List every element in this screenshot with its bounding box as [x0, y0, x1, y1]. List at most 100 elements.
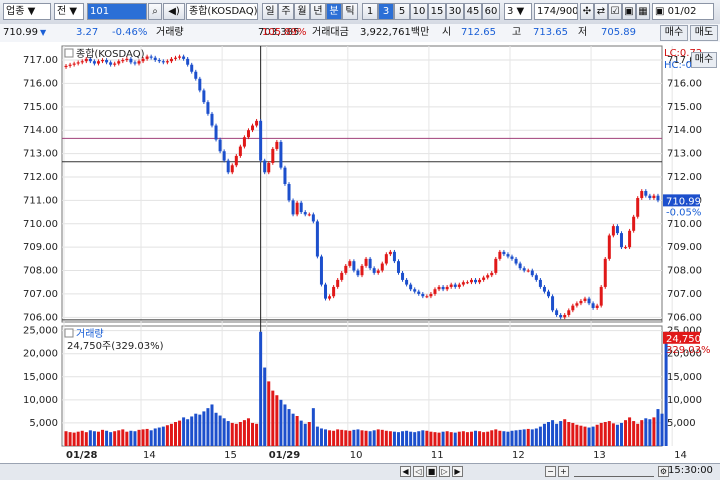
- volume-bar: [392, 431, 396, 446]
- volume-tick-label-left: 20,000: [23, 349, 58, 360]
- period-button-day[interactable]: 일: [262, 3, 278, 20]
- chart-bottom-bar: ◀ ◁ ■ ▷ ▶ − + ⚙ 15:30:00: [0, 463, 720, 480]
- chart-area[interactable]: 717.00 717.00 716.00 716.00 715.00 715.00 714.…: [0, 42, 720, 463]
- forward-icon[interactable]: ▷: [439, 466, 450, 477]
- buy-order-button[interactable]: 매수: [660, 25, 688, 41]
- time-tick-label: 13: [593, 450, 606, 461]
- volume-bar: [109, 432, 113, 446]
- candle-body: [413, 289, 417, 292]
- candle-body: [599, 286, 603, 306]
- checkbox-icon[interactable]: ☑: [608, 3, 622, 20]
- price-tick-label-left: 706.00: [23, 312, 58, 323]
- candle-body: [291, 200, 295, 215]
- volume-bar: [571, 422, 575, 446]
- volume-bar: [255, 423, 259, 446]
- minute-button-label: 60: [484, 6, 498, 17]
- candle-body: [206, 102, 210, 114]
- minute-button-1[interactable]: 1: [362, 3, 378, 20]
- minute-button-3[interactable]: 3: [378, 3, 394, 20]
- volume-bar: [449, 432, 453, 446]
- volume-bar: [603, 422, 607, 446]
- period-button-week[interactable]: 주: [278, 3, 294, 20]
- save-icon[interactable]: ▣: [622, 3, 636, 20]
- speaker-icon[interactable]: ◀): [163, 3, 185, 20]
- zoom-slider[interactable]: [574, 467, 654, 477]
- candle-body: [182, 56, 186, 59]
- buy-order-label: 매수: [664, 27, 684, 38]
- search-icon[interactable]: ⌕: [148, 3, 162, 20]
- candle-body: [311, 214, 315, 222]
- candle-body: [263, 160, 267, 173]
- volume-bar: [494, 429, 498, 446]
- volume-bar: [303, 423, 307, 446]
- price-change: 3.27: [76, 27, 99, 38]
- period-button-year[interactable]: 년: [310, 3, 326, 20]
- volume-bar: [246, 418, 250, 446]
- candle-body: [348, 261, 352, 266]
- minute-button-30[interactable]: 30: [446, 3, 464, 20]
- stop-icon[interactable]: ■: [426, 466, 437, 477]
- candle-body: [461, 282, 465, 285]
- minute-button-60[interactable]: 60: [482, 3, 500, 20]
- volume-bar: [169, 423, 173, 446]
- period-button-month[interactable]: 월: [294, 3, 310, 20]
- zoom-in-icon[interactable]: +: [558, 466, 569, 477]
- volume-bar: [607, 421, 611, 446]
- candle-body: [441, 286, 445, 290]
- candle-body: [251, 125, 255, 131]
- minute-button-45[interactable]: 45: [464, 3, 482, 20]
- candle-body: [591, 303, 595, 308]
- candle-body: [113, 63, 117, 65]
- volume-bar: [380, 429, 384, 446]
- volume-bar: [441, 431, 445, 446]
- price-tick-label-left: 712.00: [23, 172, 58, 183]
- candle-body: [315, 221, 319, 257]
- fast-forward-icon[interactable]: ▶: [452, 466, 463, 477]
- period-select[interactable]: 전 ▼: [54, 3, 84, 20]
- open-value: 712.65: [461, 27, 496, 38]
- volume-bar: [352, 429, 356, 446]
- candle-body: [364, 258, 368, 266]
- table-icon[interactable]: ▦: [636, 3, 650, 20]
- volume-bar: [125, 431, 129, 446]
- shuffle-icon[interactable]: ⇄: [594, 3, 608, 20]
- volume-bar: [648, 419, 652, 446]
- candle-body: [482, 277, 486, 280]
- candle-body: [555, 310, 559, 315]
- sell-order-button[interactable]: 매도: [690, 25, 718, 41]
- count-field[interactable]: 174/900: [534, 3, 578, 20]
- minute-button-10[interactable]: 10: [410, 3, 428, 20]
- volume-bar: [360, 430, 364, 446]
- candle-body: [619, 233, 623, 248]
- candle-body: [275, 141, 279, 149]
- period-button-tick[interactable]: 틱: [342, 3, 358, 20]
- minute-button-5[interactable]: 5: [394, 3, 410, 20]
- market-select[interactable]: 업종 ▼: [3, 3, 51, 20]
- volume-panel-title: 거래량: [76, 328, 104, 340]
- candle-body: [242, 137, 246, 147]
- price-tick-label-right: 714.00: [667, 125, 702, 136]
- buy-button[interactable]: 매수: [691, 52, 717, 68]
- candlestick-chart[interactable]: 717.00 717.00716.00 716.00715.00 715.00714.…: [0, 42, 720, 463]
- custom-minute-select[interactable]: 3 ▼: [504, 3, 532, 20]
- rewind-icon[interactable]: ◀: [400, 466, 411, 477]
- volume-bar: [368, 431, 372, 446]
- code-input[interactable]: 101: [87, 3, 147, 20]
- last-volume-pct-label: 329.03%: [666, 345, 711, 356]
- candle-body: [514, 258, 518, 264]
- candle-body: [607, 235, 611, 259]
- zoom-out-icon[interactable]: −: [545, 466, 556, 477]
- minute-button-15[interactable]: 15: [428, 3, 446, 20]
- volume-bar: [113, 431, 117, 446]
- candle-body: [222, 151, 226, 161]
- date-field[interactable]: ▣ 01/02: [652, 3, 714, 20]
- candle-body: [307, 214, 311, 216]
- period-button-minute[interactable]: 분: [326, 3, 342, 20]
- volume-bar: [299, 420, 303, 446]
- volume-bar: [137, 429, 141, 446]
- candle-body: [287, 184, 291, 201]
- candle-body: [652, 195, 656, 199]
- volume-bar: [567, 422, 571, 446]
- back-icon[interactable]: ◁: [413, 466, 424, 477]
- grid-toggle-icon[interactable]: ✣: [580, 3, 594, 20]
